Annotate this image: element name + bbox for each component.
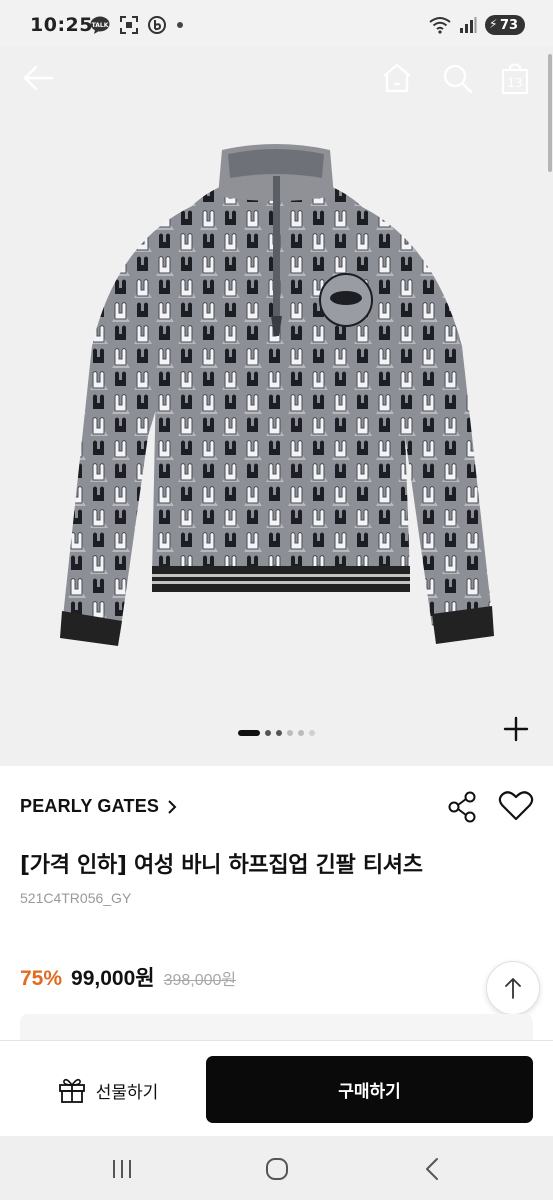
plus-icon xyxy=(503,716,529,742)
pager-dot[interactable] xyxy=(238,730,260,736)
pager-dot[interactable] xyxy=(276,730,282,736)
cart-button[interactable]: 13 xyxy=(497,60,533,96)
scan-icon xyxy=(120,16,138,34)
status-bar: 10:25 TALK ⚡ 73 xyxy=(0,0,553,46)
status-time: 10:25 xyxy=(30,14,93,36)
arrow-up-icon xyxy=(505,978,521,999)
search-icon xyxy=(443,64,473,94)
pager-dot[interactable] xyxy=(287,730,293,736)
battery-level: 73 xyxy=(499,17,519,33)
battery-icon: ⚡ 73 xyxy=(485,15,525,35)
back-arrow-icon xyxy=(23,65,54,91)
back-nav-button[interactable] xyxy=(415,1152,449,1186)
app-header: 13 xyxy=(0,46,553,110)
status-notification-icons: TALK xyxy=(90,16,184,34)
buy-button-label: 구매하기 xyxy=(338,1082,401,1102)
product-code: 521C4TR056_GY xyxy=(20,890,132,906)
price-row: 75% 99,000원 398,000원 xyxy=(20,962,236,992)
shopping-bag-icon: 13 xyxy=(502,63,528,94)
share-icon xyxy=(448,791,476,823)
gift-button-label: 선물하기 xyxy=(95,1082,159,1103)
home-icon xyxy=(383,63,411,93)
chevron-right-icon xyxy=(168,799,177,814)
wifi-icon xyxy=(429,17,451,34)
home-circle-icon xyxy=(266,1158,288,1180)
product-image-gallery[interactable] xyxy=(0,46,553,766)
product-image xyxy=(0,46,553,766)
dot-icon xyxy=(177,22,183,28)
gift-icon xyxy=(58,1078,85,1103)
pager-dot[interactable] xyxy=(265,730,271,736)
b-app-icon xyxy=(148,16,166,34)
sale-price: 99,000원 xyxy=(71,967,155,990)
discount-rate: 75% xyxy=(20,967,63,990)
cart-count: 13 xyxy=(507,76,522,90)
svg-text:TALK: TALK xyxy=(92,22,109,29)
recent-apps-icon xyxy=(113,1160,131,1178)
brand-name: PEARLY GATES xyxy=(20,796,160,816)
scroll-to-top-button[interactable] xyxy=(486,961,540,1015)
gift-button[interactable]: 선물하기 xyxy=(18,1057,198,1123)
share-button[interactable] xyxy=(446,790,480,824)
charging-icon: ⚡ xyxy=(489,17,498,31)
purchase-action-bar: 선물하기 구매하기 xyxy=(0,1040,553,1136)
recent-apps-button[interactable] xyxy=(105,1152,139,1186)
zoom-button[interactable] xyxy=(501,714,531,744)
scrollbar[interactable] xyxy=(548,54,552,172)
status-system-icons: ⚡ 73 xyxy=(429,15,525,35)
home-button[interactable] xyxy=(379,60,415,96)
back-chevron-icon xyxy=(426,1158,438,1180)
brand-link[interactable]: PEARLY GATES xyxy=(20,796,177,817)
product-title: [가격 인하] 여성 바니 하프집업 긴팔 티셔츠 xyxy=(20,853,423,878)
image-pager[interactable] xyxy=(0,730,553,736)
pager-dot[interactable] xyxy=(298,730,304,736)
search-button[interactable] xyxy=(439,60,475,96)
signal-icon xyxy=(460,17,477,33)
pager-dot[interactable] xyxy=(309,730,315,736)
talk-icon: TALK xyxy=(90,16,110,34)
wishlist-button[interactable] xyxy=(498,790,534,824)
heart-icon xyxy=(498,791,534,821)
system-nav-bar xyxy=(0,1136,553,1200)
back-button[interactable] xyxy=(20,60,56,96)
home-nav-button[interactable] xyxy=(260,1152,294,1186)
buy-button[interactable]: 구매하기 xyxy=(206,1056,533,1123)
original-price: 398,000원 xyxy=(163,972,237,989)
